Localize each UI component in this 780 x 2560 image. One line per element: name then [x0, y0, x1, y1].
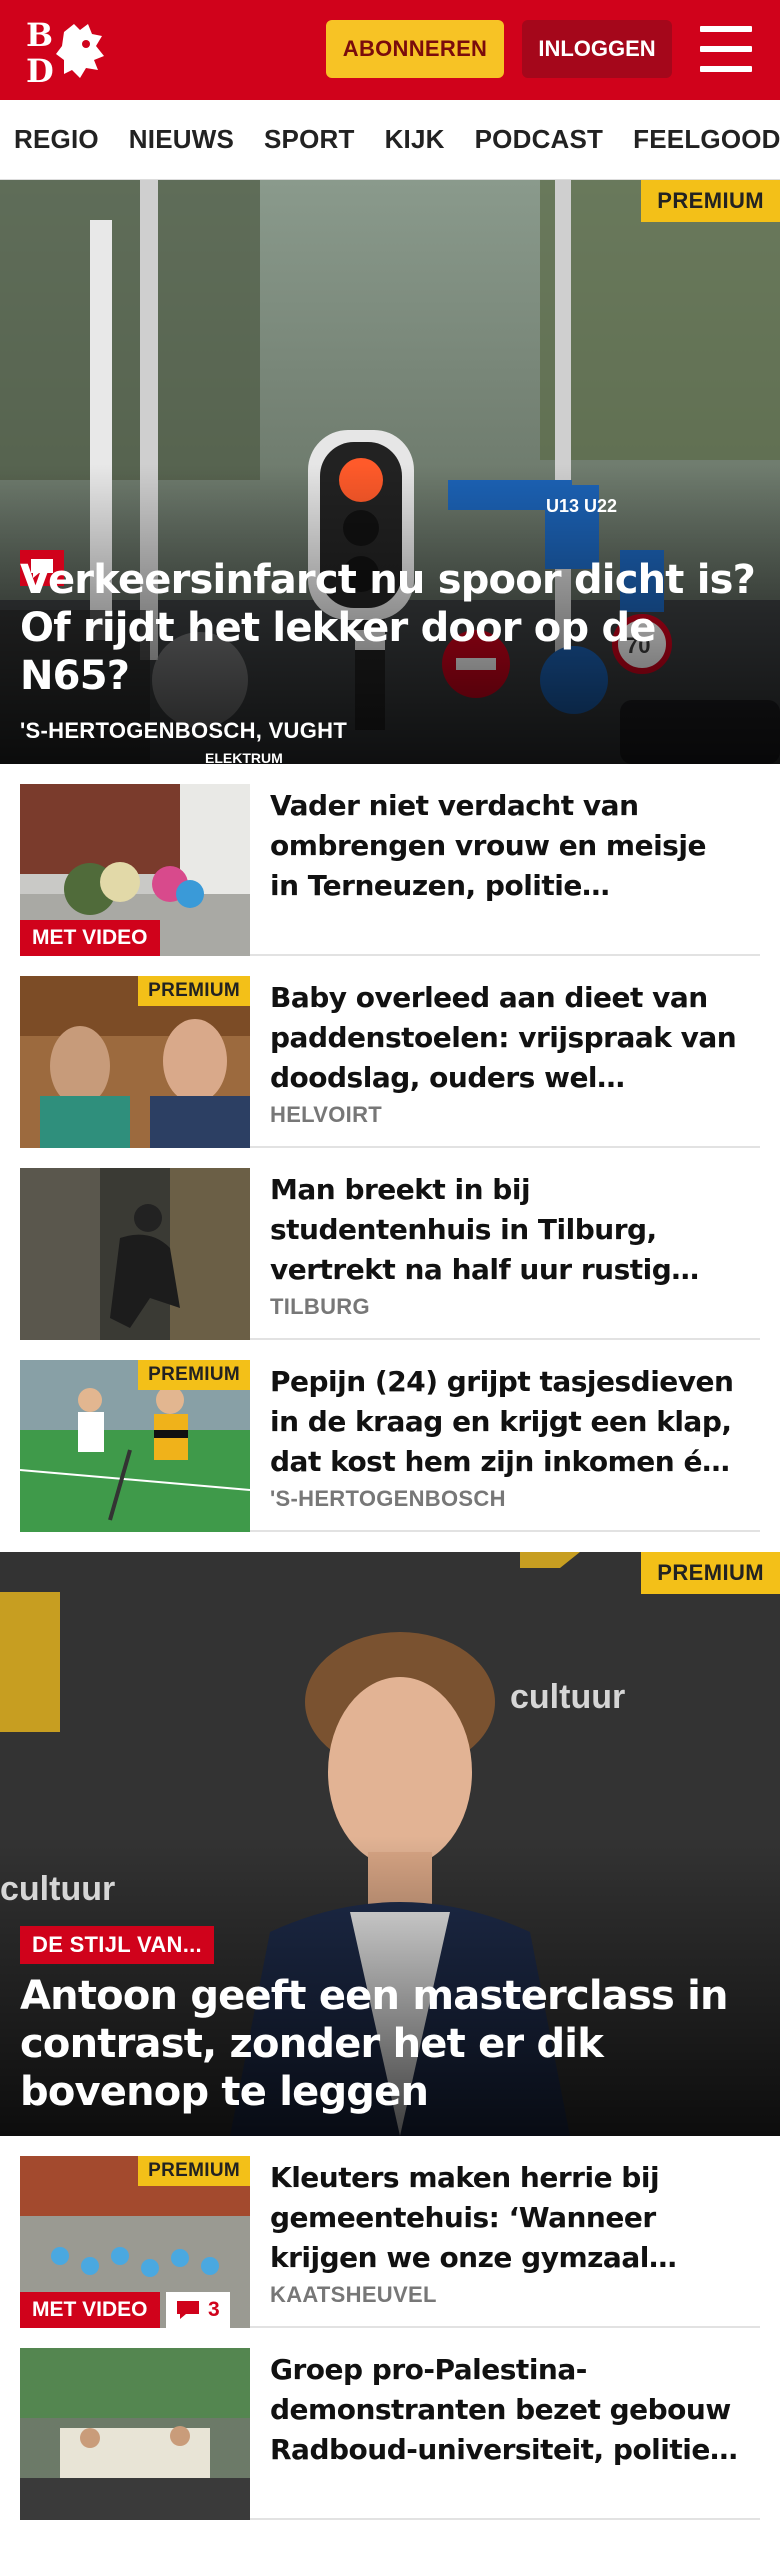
premium-badge: PREMIUM [641, 1552, 780, 1594]
nav-item-sport[interactable]: SPORT [264, 124, 355, 155]
list-item[interactable]: Man breekt in bij studentenhuis in Tilbu… [20, 1148, 760, 1340]
article-title[interactable]: Kleuters maken herrie bij gemeentehuis: … [270, 2158, 740, 2278]
hero-title[interactable]: Antoon geeft een masterclass in contrast… [20, 1972, 760, 2116]
bd-logo[interactable]: B D [24, 16, 120, 90]
premium-badge: PREMIUM [138, 2156, 250, 2186]
category-nav: REGIO NIEUWS SPORT KIJK PODCAST FEELGOOD… [0, 100, 780, 180]
backdrop-logo-text: cultuur [510, 1678, 626, 1716]
thumbnail-kids-protest: PREMIUM MET VIDEO 3 [20, 2156, 250, 2328]
list-item[interactable]: PREMIUM Baby overleed aan dieet van padd… [20, 956, 760, 1148]
nav-item-podcast[interactable]: PODCAST [475, 124, 604, 155]
hero-title[interactable]: Verkeersinfarct nu spoor dicht is? Of ri… [20, 556, 760, 700]
article-location: KAATSHEUVEL [270, 2282, 437, 2307]
article-title[interactable]: Baby overleed aan dieet van paddenstoele… [270, 978, 740, 1098]
backdrop-logo-text-2: cultuur [0, 1870, 116, 1908]
premium-badge: PREMIUM [641, 180, 780, 222]
article-title[interactable]: Pepijn (24) grijpt tasjesdieven in de kr… [270, 1362, 740, 1482]
article-location: 'S-HERTOGENBOSCH [270, 1486, 506, 1511]
article-list-2: PREMIUM MET VIDEO 3 Kleuters maken herri… [0, 2136, 780, 2520]
nav-item-feelgood[interactable]: FEELGOOD [633, 124, 780, 155]
login-button[interactable]: INLOGGEN [522, 20, 672, 78]
svg-text:D: D [26, 52, 54, 86]
list-item[interactable]: PREMIUM Pepijn (24) grijpt tasjesdieven … [20, 1340, 760, 1532]
svg-text:B: B [26, 16, 53, 54]
article-list-1: MET VIDEO Vader niet verdacht van ombren… [0, 764, 780, 1532]
thumbnail-flowers: MET VIDEO [20, 784, 250, 956]
list-item[interactable]: MET VIDEO Vader niet verdacht van ombren… [20, 764, 760, 956]
nav-item-kijk[interactable]: KIJK [385, 124, 445, 155]
comment-icon [177, 2301, 199, 2319]
thumbnail-burglar [20, 1168, 250, 1340]
nav-item-regio[interactable]: REGIO [14, 124, 99, 155]
comment-count-value: 3 [208, 2298, 220, 2321]
thumbnail-court: PREMIUM [20, 976, 250, 1148]
road-sign-text: U13 U22 [546, 496, 618, 516]
shop-sign-text: ELEKTRUM [205, 750, 283, 764]
premium-badge: PREMIUM [138, 976, 250, 1006]
subscribe-button[interactable]: ABONNEREN [326, 20, 504, 78]
article-title[interactable]: Groep pro-Palestina-demonstranten bezet … [270, 2350, 740, 2470]
thumbnail-demonstration [20, 2348, 250, 2520]
article-title[interactable]: Man breekt in bij studentenhuis in Tilbu… [270, 1170, 740, 1290]
top-header: B D ABONNEREN INLOGGEN [0, 0, 780, 100]
article-location: TILBURG [270, 1294, 370, 1319]
article-title[interactable]: Vader niet verdacht van ombrengen vrouw … [270, 786, 740, 906]
hero-article-traffic[interactable]: U13 U22 70 ELEKTRUM PREMIUM Verkeersinfa… [0, 180, 780, 764]
hero-location: 'S-HERTOGENBOSCH, VUGHT [20, 718, 348, 743]
nav-item-nieuws[interactable]: NIEUWS [129, 124, 234, 155]
section-tag[interactable]: DE STIJL VAN... [20, 1926, 214, 1964]
premium-badge: PREMIUM [138, 1360, 250, 1390]
comment-count: 3 [166, 2292, 230, 2328]
video-tag: MET VIDEO [20, 920, 160, 956]
article-location: HELVOIRT [270, 1102, 382, 1127]
list-item[interactable]: PREMIUM MET VIDEO 3 Kleuters maken herri… [20, 2136, 760, 2328]
menu-icon[interactable] [700, 26, 752, 72]
hero-article-antoon[interactable]: cultuur cultuur PREMIUM DE STIJL VAN... … [0, 1552, 780, 2136]
video-tag: MET VIDEO [20, 2292, 160, 2328]
list-item[interactable]: Groep pro-Palestina-demonstranten bezet … [20, 2328, 760, 2520]
thumbnail-hockey: PREMIUM [20, 1360, 250, 1532]
